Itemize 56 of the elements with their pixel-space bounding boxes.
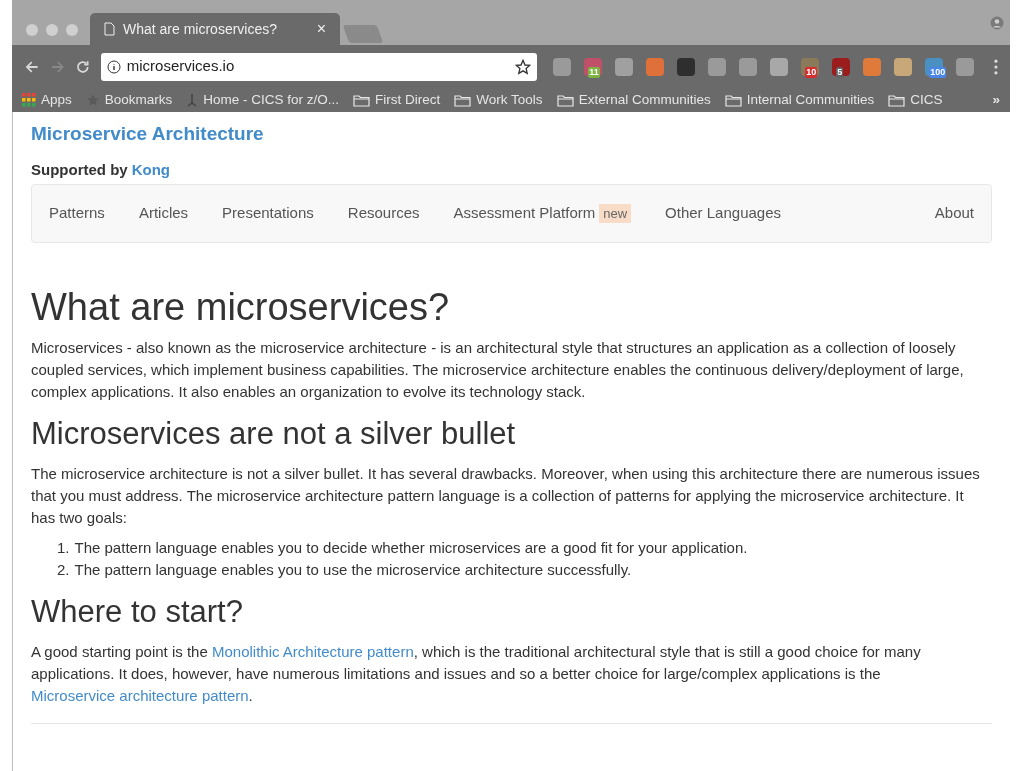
address-bar[interactable]: microservices.io (100, 52, 538, 81)
nav-link[interactable]: Articles (138, 202, 189, 225)
folder-icon (724, 93, 742, 107)
folder-icon (454, 93, 472, 107)
extension-badge: 11 (588, 66, 600, 78)
text-link[interactable]: Monolithic Architecture pattern (211, 643, 414, 660)
bookmark-item[interactable]: External Communities (556, 89, 711, 111)
text-link[interactable]: Microservice architecture pattern (31, 687, 249, 704)
extension-badge: 100 (929, 66, 947, 78)
bookmark-item[interactable]: CICS (888, 89, 943, 111)
new-tab-button[interactable] (342, 25, 384, 43)
folder-icon (888, 93, 906, 107)
lamp-icon (186, 93, 199, 107)
url-text: microservices.io (126, 56, 236, 77)
folder-icon (353, 93, 371, 107)
bookmark-star-icon[interactable] (515, 58, 532, 75)
bookmark-item[interactable]: Apps (22, 89, 72, 111)
site-title[interactable]: Microservice Architecture (31, 120, 992, 149)
page-heading: What are microservices? (31, 285, 451, 329)
reload-icon[interactable] (75, 58, 91, 75)
profile-icon[interactable] (990, 15, 1004, 30)
bookmark-item[interactable]: Home - CICS for z/O... (186, 89, 340, 111)
nav-link[interactable]: Patterns (49, 202, 105, 225)
nav-link[interactable]: Resources (347, 202, 420, 225)
nav-link[interactable]: Assessment Platform (453, 202, 596, 225)
extension-badge: 5 (836, 66, 844, 78)
folder-icon (556, 93, 574, 107)
info-icon (106, 59, 121, 74)
nav-link[interactable]: Presentations (222, 202, 314, 225)
bookmark-item[interactable]: Internal Communities (724, 89, 875, 111)
browser-tab[interactable]: What are microservices? × (90, 13, 340, 45)
extension-icon[interactable] (832, 57, 851, 76)
list-item-text: The pattern language enables you to use the microservice architecture successfully. (74, 560, 632, 580)
list-number: 1. (57, 538, 70, 558)
bookmark-item[interactable]: Bookmarks (85, 89, 173, 111)
nav-link[interactable]: About (934, 202, 974, 225)
paragraph: Microservices - also known as the microservice architecture - is an architectural style that structures an application as a collection of loosely coupled services, which implement business capabilities. The microservice architecture enables the continuous delivery/deployment of large, complex applications. It also enables an organization to evolve its technology stack. (31, 338, 965, 402)
bookmark-item[interactable]: First Direct (353, 89, 441, 111)
menu-icon[interactable] (994, 58, 998, 75)
supported-by-label: Supported by (31, 159, 128, 180)
new-label: new (599, 203, 632, 224)
paragraph: The microservice architecture is not a silver bullet. It has several drawbacks. Moreover, when using this architecture there are numerous issues that you must address. The microservice architecture pattern language is a collection of patterns for applying the microservice architecture. It has two goals: (31, 464, 981, 528)
extension-badge: 10 (805, 66, 818, 78)
section-heading: Microservices are not a silver bullet (31, 415, 517, 453)
more-bookmarks-button[interactable]: » (992, 89, 1000, 111)
list-item-text: The pattern language enables you to decide whether microservices are a good fit for your application. (74, 538, 748, 558)
tab-title: What are microservices? (123, 19, 279, 39)
apps-grid-icon (22, 93, 36, 107)
section-heading: Where to start? (31, 593, 244, 631)
bookmark-item[interactable]: Work Tools (454, 89, 543, 111)
sponsor-link[interactable]: Kong (131, 158, 170, 181)
list-number: 2. (57, 560, 70, 580)
tab-close-button[interactable]: × (316, 17, 326, 41)
paragraph: A good starting point is the Monolithic Architecture pattern, which is the traditional architectural style that is still a good choice for many applications. It does, however, have numerous limitations and issues and so a better choice for large/complex applications is the Microservice architecture pattern. (31, 642, 922, 706)
page-icon (104, 22, 115, 36)
nav-link[interactable]: Other Languages (665, 202, 781, 225)
